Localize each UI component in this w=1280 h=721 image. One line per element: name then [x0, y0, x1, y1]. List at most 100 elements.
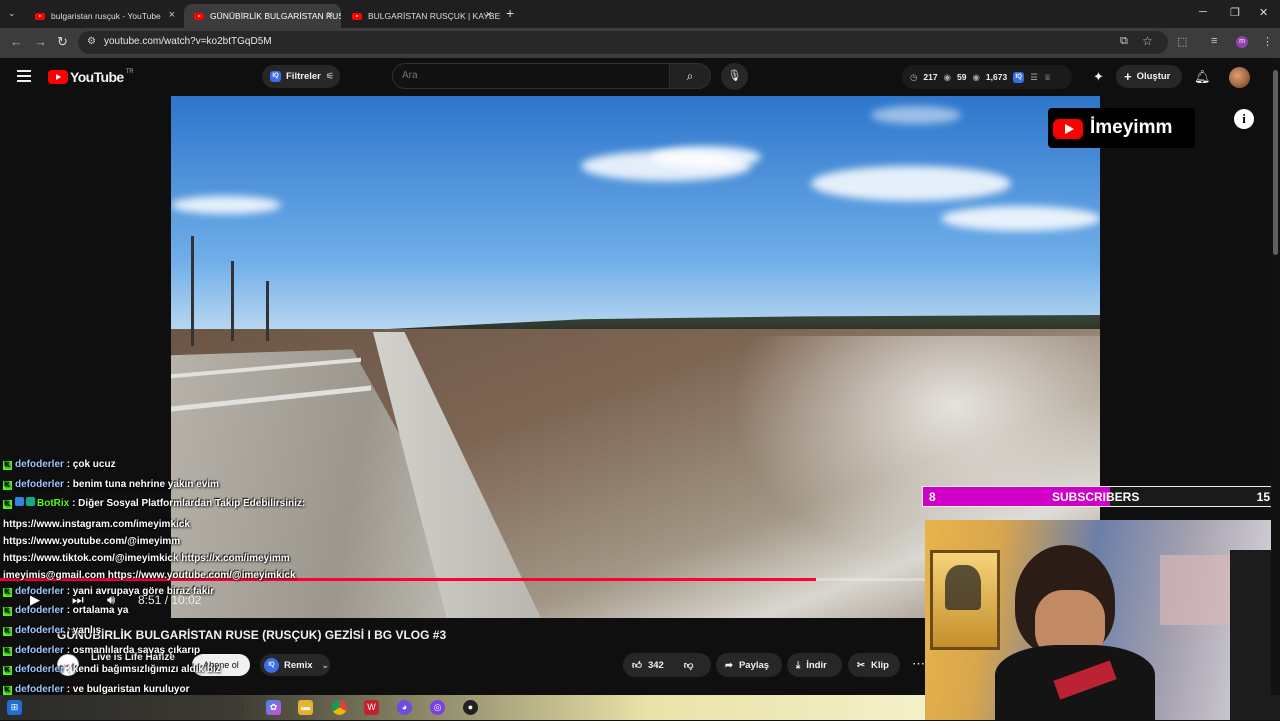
tab-search-results[interactable]: bulgaristan rusçuk - YouTube ×: [25, 4, 183, 28]
chat-message: Kdefoderler : çok ucuz: [3, 457, 333, 477]
maximize-icon[interactable]: ❐: [1230, 6, 1240, 19]
minimize-icon[interactable]: ─: [1199, 6, 1207, 18]
app-circle-icon[interactable]: ◎: [430, 700, 445, 715]
chat-text: : çok ucuz: [66, 459, 116, 470]
close-icon[interactable]: ×: [327, 9, 333, 21]
site-info-icon[interactable]: ⚙: [87, 36, 96, 47]
chat-text: : yanlış: [66, 624, 102, 636]
filters-button[interactable]: IQ Filtreler ⚟: [262, 65, 340, 88]
new-tab-plus-icon[interactable]: +: [506, 5, 514, 21]
chat-message: Kdefoderler : kendi bağımsızlığımızı ald…: [3, 662, 333, 682]
reload-icon[interactable]: ↻: [57, 34, 68, 50]
browser-toolbar: ← → ↻ ⚙ youtube.com/watch?v=ko2btTGqD5M …: [0, 28, 1280, 58]
bell-icon[interactable]: 🔔︎: [1194, 69, 1211, 85]
chat-username: defoderler: [15, 605, 64, 617]
chat-text: https://www.instagram.com/imeyimkick: [3, 518, 190, 530]
search-icon: ⌕: [686, 69, 694, 83]
kick-badge-icon: K: [3, 666, 12, 676]
menu-dots-icon[interactable]: ⋮: [1262, 35, 1273, 48]
extension-stats-pill[interactable]: ◷ 217 ◉ 59 ◉ 1,673 IQ ☰ ♕: [902, 65, 1072, 89]
youtube-logo[interactable]: YouTube TR: [48, 69, 134, 85]
app-w-icon[interactable]: W: [364, 700, 379, 715]
forward-icon[interactable]: →: [34, 34, 47, 49]
voice-search-button[interactable]: 🎙: [721, 63, 748, 90]
share-button[interactable]: ➦ Paylaş: [716, 653, 782, 677]
views-icon: ◉: [972, 71, 980, 82]
kick-badge-icon: K: [3, 626, 12, 636]
os-taskbar: ⊞ ❒ ✿ ▬ W ◕ ◎ ●: [0, 695, 925, 720]
clip-button[interactable]: ✂ Klip: [848, 653, 900, 677]
dislike-icon[interactable]: 👎︎: [684, 659, 694, 671]
window-close-icon[interactable]: ✕: [1259, 6, 1268, 19]
search-button[interactable]: ⌕: [669, 63, 711, 89]
chat-text: : benim tuna nehrine yakın evim: [66, 478, 219, 490]
chat-message: https://www.tiktok.com/@imeyimkick https…: [3, 550, 333, 567]
more-icon[interactable]: ⋯: [912, 656, 925, 672]
url-text[interactable]: youtube.com/watch?v=ko2btTGqD5M: [104, 36, 272, 47]
chat-username: BotRix: [37, 498, 70, 510]
chat-message: https://www.instagram.com/imeyimkick: [3, 516, 333, 533]
youtube-logo-icon: [1050, 110, 1086, 146]
bot-badge-icon: [15, 497, 24, 507]
chat-text: : osmanlılarda savaş çıkarıp: [66, 644, 201, 656]
obs-icon[interactable]: ●: [463, 700, 478, 715]
subscriber-count: 8: [929, 490, 936, 504]
close-icon[interactable]: ×: [486, 9, 492, 21]
back-icon[interactable]: ←: [10, 34, 23, 49]
tab-title: bulgaristan rusçuk - YouTube: [51, 11, 161, 21]
folder-icon[interactable]: ▬: [298, 700, 313, 715]
info-icon[interactable]: i: [1234, 109, 1254, 129]
like-icon[interactable]: 👍︎: [632, 659, 642, 671]
chrome-icon[interactable]: [332, 700, 347, 715]
kick-badge-icon: K: [3, 685, 12, 695]
region-code: TR: [125, 69, 134, 75]
subscriber-goal: 15: [1256, 490, 1270, 504]
chat-text: https://www.youtube.com/@imeyimm: [3, 535, 181, 547]
chat-message: Kdefoderler : yanlış: [3, 623, 333, 643]
kick-badge-icon: K: [3, 587, 12, 597]
discord-icon[interactable]: ◕: [397, 700, 412, 715]
extensions-icon[interactable]: ⬚: [1177, 35, 1187, 48]
like-count[interactable]: 342: [648, 660, 664, 671]
hamburger-icon[interactable]: [17, 70, 31, 85]
subscriber-label: SUBSCRIBERS: [1052, 490, 1140, 504]
profile-avatar[interactable]: m: [1236, 36, 1248, 48]
account-avatar[interactable]: [1229, 67, 1250, 88]
chat-text: : kendi bağımsızlığımızı aldık biz: [66, 664, 221, 676]
chat-username: defoderler: [15, 585, 64, 597]
tab-search-dropdown-icon[interactable]: ⌄: [8, 8, 16, 19]
chat-username: defoderler: [15, 644, 64, 656]
page-scrollbar[interactable]: [1271, 58, 1280, 695]
media-icon[interactable]: ≡: [1211, 35, 1217, 47]
install-icon[interactable]: ⧉: [1120, 35, 1128, 48]
scrollbar-thumb[interactable]: [1273, 70, 1278, 255]
search-input[interactable]: [402, 70, 652, 81]
address-bar[interactable]: ⚙ youtube.com/watch?v=ko2btTGqD5M ⧉ ☆: [78, 31, 1168, 54]
tab-other-video[interactable]: BULGARİSTAN RUSÇUK | KAYBEDİLE ×: [342, 4, 500, 28]
tab-title: BULGARİSTAN RUSÇUK | KAYBEDİLE: [368, 11, 500, 21]
search-box: [392, 63, 670, 89]
filter-sliders-icon: ⚟: [325, 71, 334, 81]
chat-text: : ve bulgaristan kuruluyor: [66, 683, 190, 695]
download-button[interactable]: ⤓ İndir: [787, 653, 842, 677]
youtube-tab-icon: [352, 12, 362, 20]
chat-text: : Diğer Sosyal Platformlardan Takip Edeb…: [72, 498, 306, 510]
task-view-icon[interactable]: ❒: [232, 700, 247, 715]
chat-username: defoderler: [15, 664, 64, 676]
close-icon[interactable]: ×: [169, 9, 175, 21]
start-icon[interactable]: ⊞: [7, 700, 22, 715]
tab-current-video[interactable]: GÜNÜBİRLİK BULGARİSTAN RUSE ×: [184, 4, 341, 28]
copilot-icon[interactable]: ✿: [266, 700, 281, 715]
kick-badge-icon: K: [3, 480, 12, 490]
channel-watermark[interactable]: İmeyimm: [1048, 108, 1195, 148]
chat-message: Kdefoderler : osmanlılarda savaş çıkarıp: [3, 643, 333, 663]
youtube-tab-icon: [35, 12, 45, 20]
chat-text: https://www.tiktok.com/@imeyimkick https…: [3, 552, 290, 564]
video-sky: [171, 96, 1100, 331]
extension-badge: IQ: [270, 71, 281, 82]
star-icon[interactable]: ☆: [1142, 34, 1153, 48]
create-button[interactable]: + Oluştur: [1116, 65, 1182, 88]
chat-username: defoderler: [15, 624, 64, 636]
chat-text: : ortalama ya: [66, 605, 129, 617]
ai-sparkle-icon[interactable]: ✦: [1093, 69, 1104, 85]
